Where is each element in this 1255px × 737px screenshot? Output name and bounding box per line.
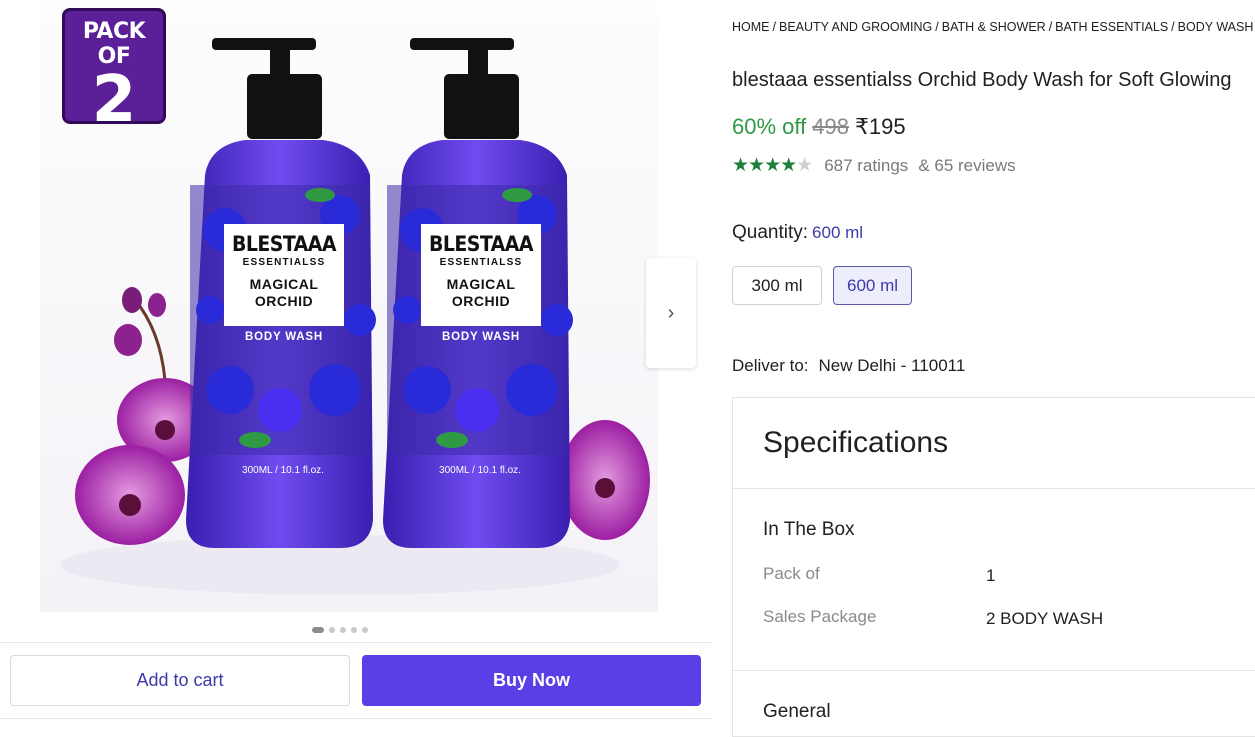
reviews-count[interactable]: & 65 reviews xyxy=(918,156,1015,176)
specifications-panel: Specifications In The Box Pack of 1 Sale… xyxy=(732,397,1255,737)
bottle-volume-right: 300ML / 10.1 fl.oz. xyxy=(439,465,521,476)
product-gallery: BLESTAAA ESSENTIALSS MAGICAL ORCHID BODY… xyxy=(0,0,713,730)
delivery-pincode[interactable]: New Delhi - 110011 xyxy=(819,356,966,375)
action-bar: Add to cart Buy Now xyxy=(0,642,713,719)
spec-section-general: General xyxy=(763,701,831,722)
carousel-dot[interactable] xyxy=(329,627,335,633)
bottle-type-left: BODY WASH xyxy=(245,331,323,343)
quantity-label: Quantity: xyxy=(732,222,809,243)
bottle-brand: BLESTAAA xyxy=(231,232,337,256)
bottle-volume-left: 300ML / 10.1 fl.oz. xyxy=(242,465,324,476)
bottle-name-line1: MAGICAL xyxy=(446,276,516,292)
next-image-button[interactable]: › xyxy=(646,258,696,368)
delivery-location[interactable]: Deliver to: New Delhi - 110011 xyxy=(732,356,965,376)
spec-section-in-the-box: In The Box xyxy=(763,519,855,540)
breadcrumb-body-wash[interactable]: BODY WASH xyxy=(1178,20,1254,34)
breadcrumb-bath-shower[interactable]: BATH & SHOWER xyxy=(942,20,1046,34)
bottle-name-line2: ORCHID xyxy=(254,293,314,309)
specifications-title: Specifications xyxy=(763,426,949,459)
spec-key-pack-of: Pack of xyxy=(763,564,820,583)
bottle-type-right: BODY WASH xyxy=(442,331,520,343)
star-rating-icon: ★★★★★ xyxy=(732,154,813,177)
rating-row: ★★★★★ 687 ratings & 65 reviews xyxy=(732,154,1016,177)
quantity-option-600ml[interactable]: 600 ml xyxy=(833,266,912,305)
add-to-cart-button[interactable]: Add to cart xyxy=(10,655,350,706)
quantity-heading: Quantity: 600 ml xyxy=(732,222,863,244)
ratings-count[interactable]: 687 ratings xyxy=(824,156,908,176)
product-details: HOME / BEAUTY AND GROOMING / BATH & SHOWER / B… xyxy=(732,0,1255,737)
deliver-to-label: Deliver to: xyxy=(732,356,809,375)
spec-value-pack-of: 1 xyxy=(986,566,996,585)
pack-badge-count: 2 xyxy=(91,63,137,137)
breadcrumb: HOME / BEAUTY AND GROOMING / BATH & SHOWER / B… xyxy=(732,20,1254,34)
bottle-label-left: BLESTAAA ESSENTIALSS MAGICAL ORCHID xyxy=(224,224,344,326)
carousel-dot[interactable] xyxy=(351,627,357,633)
price-row: 60% off 498 ₹195 xyxy=(732,114,906,140)
discount-percent: 60% off xyxy=(732,114,807,139)
buy-now-button[interactable]: Buy Now xyxy=(362,655,701,706)
divider xyxy=(733,670,1255,671)
orchid-flower-right xyxy=(560,420,650,540)
stars-filled: ★★★★ xyxy=(732,155,797,176)
pack-badge-label: PACK OF xyxy=(82,19,146,69)
bottle-name-line1: MAGICAL xyxy=(249,276,319,292)
chevron-right-icon: › xyxy=(667,301,675,324)
selling-price: ₹195 xyxy=(854,114,906,139)
carousel-dots xyxy=(312,627,368,633)
pack-of-badge: PACK OF 2 xyxy=(62,8,166,132)
breadcrumb-home[interactable]: HOME xyxy=(732,20,770,34)
quantity-selected-value: 600 ml xyxy=(812,223,864,242)
carousel-dot[interactable] xyxy=(340,627,346,633)
bottle-brand: BLESTAAA xyxy=(428,232,534,256)
bottle-label-right: BLESTAAA ESSENTIALSS MAGICAL ORCHID xyxy=(421,224,541,326)
carousel-dot-active[interactable] xyxy=(312,627,324,633)
carousel-dot[interactable] xyxy=(362,627,368,633)
spec-value-sales-package: 2 BODY WASH xyxy=(986,609,1104,628)
divider xyxy=(733,488,1255,489)
breadcrumb-bath-essentials[interactable]: BATH ESSENTIALS xyxy=(1055,20,1168,34)
bottle-subbrand: ESSENTIALSS xyxy=(439,257,523,268)
breadcrumb-beauty[interactable]: BEAUTY AND GROOMING xyxy=(779,20,932,34)
bottle-name-line2: ORCHID xyxy=(451,293,511,309)
quantity-option-300ml[interactable]: 300 ml xyxy=(732,266,822,305)
stars-empty: ★ xyxy=(796,155,813,176)
bottle-subbrand: ESSENTIALSS xyxy=(242,257,326,268)
product-image[interactable]: BLESTAAA ESSENTIALSS MAGICAL ORCHID BODY… xyxy=(40,0,658,612)
product-title: blestaaa essentialss Orchid Body Wash fo… xyxy=(732,69,1232,91)
mrp-price: 498 xyxy=(812,114,849,139)
spec-key-sales-package: Sales Package xyxy=(763,607,877,626)
